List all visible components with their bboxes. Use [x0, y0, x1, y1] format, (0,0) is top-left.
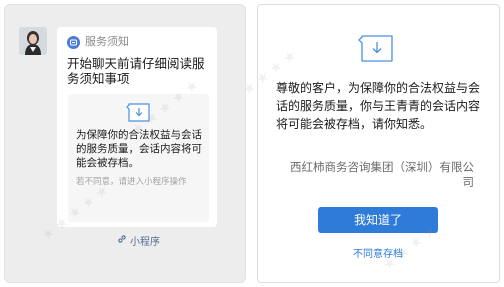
archive-download-icon — [126, 100, 152, 126]
mini-program-link[interactable]: 小程序 — [117, 233, 160, 248]
avatar[interactable] — [19, 27, 47, 55]
service-name: 服务须知 — [85, 35, 129, 48]
archive-notice-card: 为保障你的合法权益与会话的服务质量，会话内容将可能会被存档。 若不同意，请进入小… — [68, 94, 209, 222]
service-header: 服务须知 — [67, 34, 129, 50]
service-notice-card[interactable]: 服务须知 开始聊天前请仔细阅读服务须知事项 为保障你的合法权益与会话的服务质量，… — [57, 27, 217, 248]
disagree-archive-link[interactable]: 不同意存档 — [318, 248, 438, 262]
disagree-note: 若不同意，请进入小程序操作 — [76, 177, 187, 187]
chat-preview-panel: 服务须知 开始聊天前请仔细阅读服务须知事项 为保障你的合法权益与会话的服务质量，… — [4, 4, 246, 283]
mini-program-label: 小程序 — [130, 236, 160, 248]
mini-program-link-icon — [117, 234, 127, 247]
notice-text: 尊敬的客户，为保障你的合法权益与会话的服务质量，你与王青青的会话内容将可能会被存… — [276, 81, 481, 131]
company-name: 西红柿商务咨询集团（深圳）有限公司 — [290, 160, 474, 189]
archive-download-icon — [357, 30, 395, 66]
archive-notice-text: 为保障你的合法权益与会话的服务质量，会话内容将可能会被存档。 — [76, 129, 202, 169]
notice-icon — [67, 35, 80, 49]
archive-consent-dialog: 尊敬的客户，为保障你的合法权益与会话的服务质量，你与王青青的会话内容将可能会被存… — [240, 4, 500, 283]
card-title: 开始聊天前请仔细阅读服务须知事项 — [67, 56, 205, 86]
acknowledge-button[interactable]: 我知道了 — [318, 207, 438, 233]
avatar-image — [19, 27, 47, 55]
